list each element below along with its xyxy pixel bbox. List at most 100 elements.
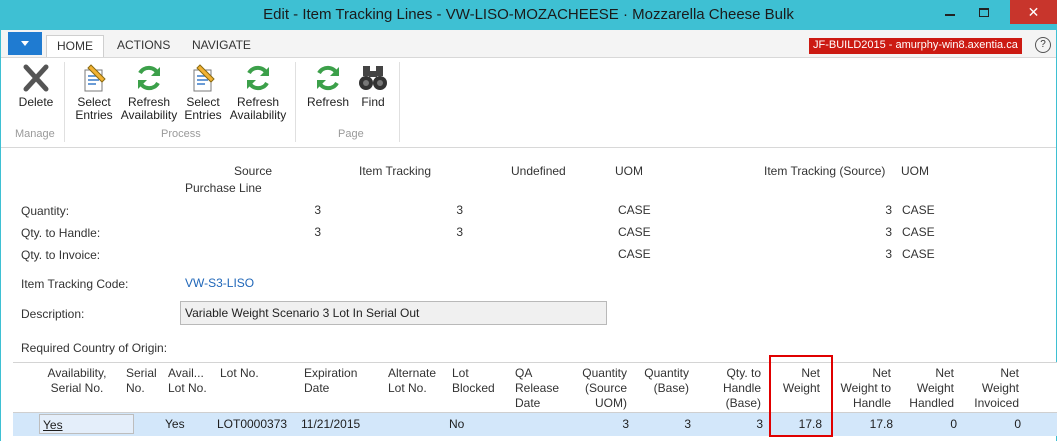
quantity-uom: CASE	[618, 203, 651, 217]
app-menu-button[interactable]	[8, 32, 42, 55]
qty-to-handle-base-cell[interactable]: 3	[721, 417, 763, 431]
net-weight-invoiced-cell[interactable]: 0	[977, 417, 1021, 431]
select-entries-button[interactable]: Select Entries	[71, 62, 117, 122]
grid-col-lot-blocked[interactable]: Lot Blocked	[452, 366, 495, 396]
ribbon-body: Delete Manage Select Entries Refresh Ava…	[1, 57, 1056, 148]
item-tracking-code-link[interactable]: VW-S3-LISO	[185, 276, 254, 290]
quantity-uom2: CASE	[902, 203, 935, 217]
expiration-date-cell[interactable]: 11/21/2015	[301, 417, 360, 431]
col-label: Release	[515, 381, 560, 395]
qty-to-invoice-uom2: CASE	[902, 247, 935, 261]
grid-col-avail-lot[interactable]: Avail... Lot No.	[168, 366, 207, 396]
tab-home[interactable]: HOME	[46, 35, 104, 57]
refresh-availability-label: Availability	[120, 108, 178, 122]
group-page-label: Page	[338, 128, 364, 140]
country-of-origin-label: Required Country of Origin:	[21, 341, 168, 355]
col-label: Handle	[852, 396, 891, 410]
tab-actions[interactable]: ACTIONS	[107, 35, 180, 57]
grid-col-qty-source-uom[interactable]: Quantity (Source UOM)	[568, 366, 627, 411]
col-label: Weight	[981, 381, 1019, 395]
refresh-icon	[317, 65, 339, 91]
col-label: Lot	[452, 366, 469, 380]
refresh-button[interactable]: Refresh	[306, 62, 350, 109]
grid-col-net-weight-invoiced[interactable]: Net Weight Invoiced	[963, 366, 1019, 411]
col-undefined-header: Undefined	[511, 164, 566, 178]
close-button[interactable]: ✕	[1010, 0, 1057, 24]
description-field[interactable]: Variable Weight Scenario 3 Lot In Serial…	[180, 301, 607, 325]
grid-col-lot-no[interactable]: Lot No.	[220, 366, 259, 381]
minimize-button[interactable]	[933, 0, 967, 24]
content-area: Source Purchase Line Item Tracking Undef…	[0, 148, 1057, 441]
col-label: Qty. to	[726, 366, 761, 380]
item-tracking-code-label: Item Tracking Code:	[21, 277, 129, 291]
refresh-availability-label: Refresh	[236, 95, 280, 109]
find-button[interactable]: Find	[356, 62, 390, 109]
grid-col-qty-base[interactable]: Quantity (Base)	[633, 366, 689, 396]
col-label: Alternate	[388, 366, 437, 380]
qty-to-handle-tracking-source: 3	[885, 225, 892, 239]
grid-header: Availability, Serial No. Serial No. Avail.…	[13, 362, 1057, 413]
grid-col-expiration[interactable]: Expiration Date	[304, 366, 357, 396]
qty-to-invoice-tracking-source: 3	[885, 247, 892, 261]
qty-to-invoice-label: Qty. to Invoice:	[21, 248, 101, 262]
quantity-source: 3	[314, 203, 321, 217]
lot-blocked-cell[interactable]: No	[449, 417, 464, 431]
grid-col-qa-release[interactable]: QA Release Date	[515, 366, 559, 411]
col-label: Quantity	[582, 366, 627, 380]
minimize-icon	[945, 14, 955, 16]
col-label: Weight to	[840, 381, 891, 395]
delete-button[interactable]: Delete	[12, 62, 60, 109]
select-entries-label: Select	[77, 95, 111, 109]
col-item-tracking-header: Item Tracking	[359, 164, 432, 178]
qty-base-cell[interactable]: 3	[649, 417, 691, 431]
col-label: Date	[515, 396, 541, 410]
group-separator	[295, 62, 296, 142]
col-uom-header: UOM	[615, 164, 643, 178]
lot-no-cell[interactable]: LOT0000373	[217, 417, 287, 431]
dropdown-arrow-icon	[21, 41, 29, 46]
grid-col-availability-serial[interactable]: Availability, Serial No.	[29, 366, 125, 396]
qty-to-handle-tracking: 3	[456, 225, 463, 239]
qty-to-invoice-uom: CASE	[618, 247, 651, 261]
col-source-header: Source	[234, 164, 273, 178]
avail-lot-cell[interactable]: Yes	[165, 417, 185, 431]
select-entries-icon	[193, 64, 215, 92]
net-weight-handled-cell[interactable]: 0	[913, 417, 957, 431]
maximize-icon	[979, 7, 989, 17]
col-label: (Base)	[653, 381, 689, 395]
grid-col-net-weight-to-handle[interactable]: Net Weight to Handle	[828, 366, 891, 411]
availability-serial-cell[interactable]: Yes	[39, 414, 134, 434]
maximize-button[interactable]	[967, 0, 1001, 24]
col-label: Net	[935, 366, 954, 380]
col-label: (Base)	[725, 396, 761, 410]
quantity-label: Quantity:	[21, 204, 70, 218]
col-source-subheader: Purchase Line	[185, 181, 262, 195]
ribbon: HOME ACTIONS NAVIGATE JF-BUILD2015 - amu…	[0, 30, 1057, 148]
table-row[interactable]: Yes Yes LOT0000373 11/21/2015 No 3 3 3 1…	[13, 413, 1057, 436]
net-weight-to-handle-cell[interactable]: 17.8	[849, 417, 893, 431]
grid-col-alternate-lot[interactable]: Alternate Lot No.	[388, 366, 436, 396]
qty-to-handle-uom: CASE	[618, 225, 651, 239]
grid-col-serial-no[interactable]: Serial No.	[126, 366, 157, 396]
grid-col-net-weight-handled[interactable]: Net Weight Handled	[899, 366, 954, 411]
refresh-availability-button-2[interactable]: Refresh Availability	[228, 62, 288, 122]
find-label: Find	[361, 95, 385, 109]
delete-label: Delete	[18, 95, 54, 109]
refresh-availability-label: Refresh	[127, 95, 171, 109]
col-label: Net	[1000, 366, 1019, 380]
group-manage-label: Manage	[15, 128, 55, 140]
col-label: Serial	[126, 366, 157, 380]
refresh-availability-button[interactable]: Refresh Availability	[119, 62, 179, 122]
col-label: Expiration	[304, 366, 358, 380]
qty-to-handle-uom2: CASE	[902, 225, 935, 239]
title-bar: Edit - Item Tracking Lines - VW-LISO-MOZ…	[0, 0, 1057, 30]
select-entries-button-2[interactable]: Select Entries	[180, 62, 226, 122]
server-badge: JF-BUILD2015 - amurphy-win8.axentia.ca	[809, 38, 1022, 54]
col-label: Blocked	[452, 381, 495, 395]
qty-source-uom-cell[interactable]: 3	[588, 417, 629, 431]
help-icon[interactable]: ?	[1035, 37, 1051, 53]
grid-col-qty-to-handle-base[interactable]: Qty. to Handle (Base)	[708, 366, 761, 411]
tab-navigate[interactable]: NAVIGATE	[182, 35, 261, 57]
select-entries-label: Entries	[184, 108, 222, 122]
col-label: Lot No.	[168, 381, 207, 395]
